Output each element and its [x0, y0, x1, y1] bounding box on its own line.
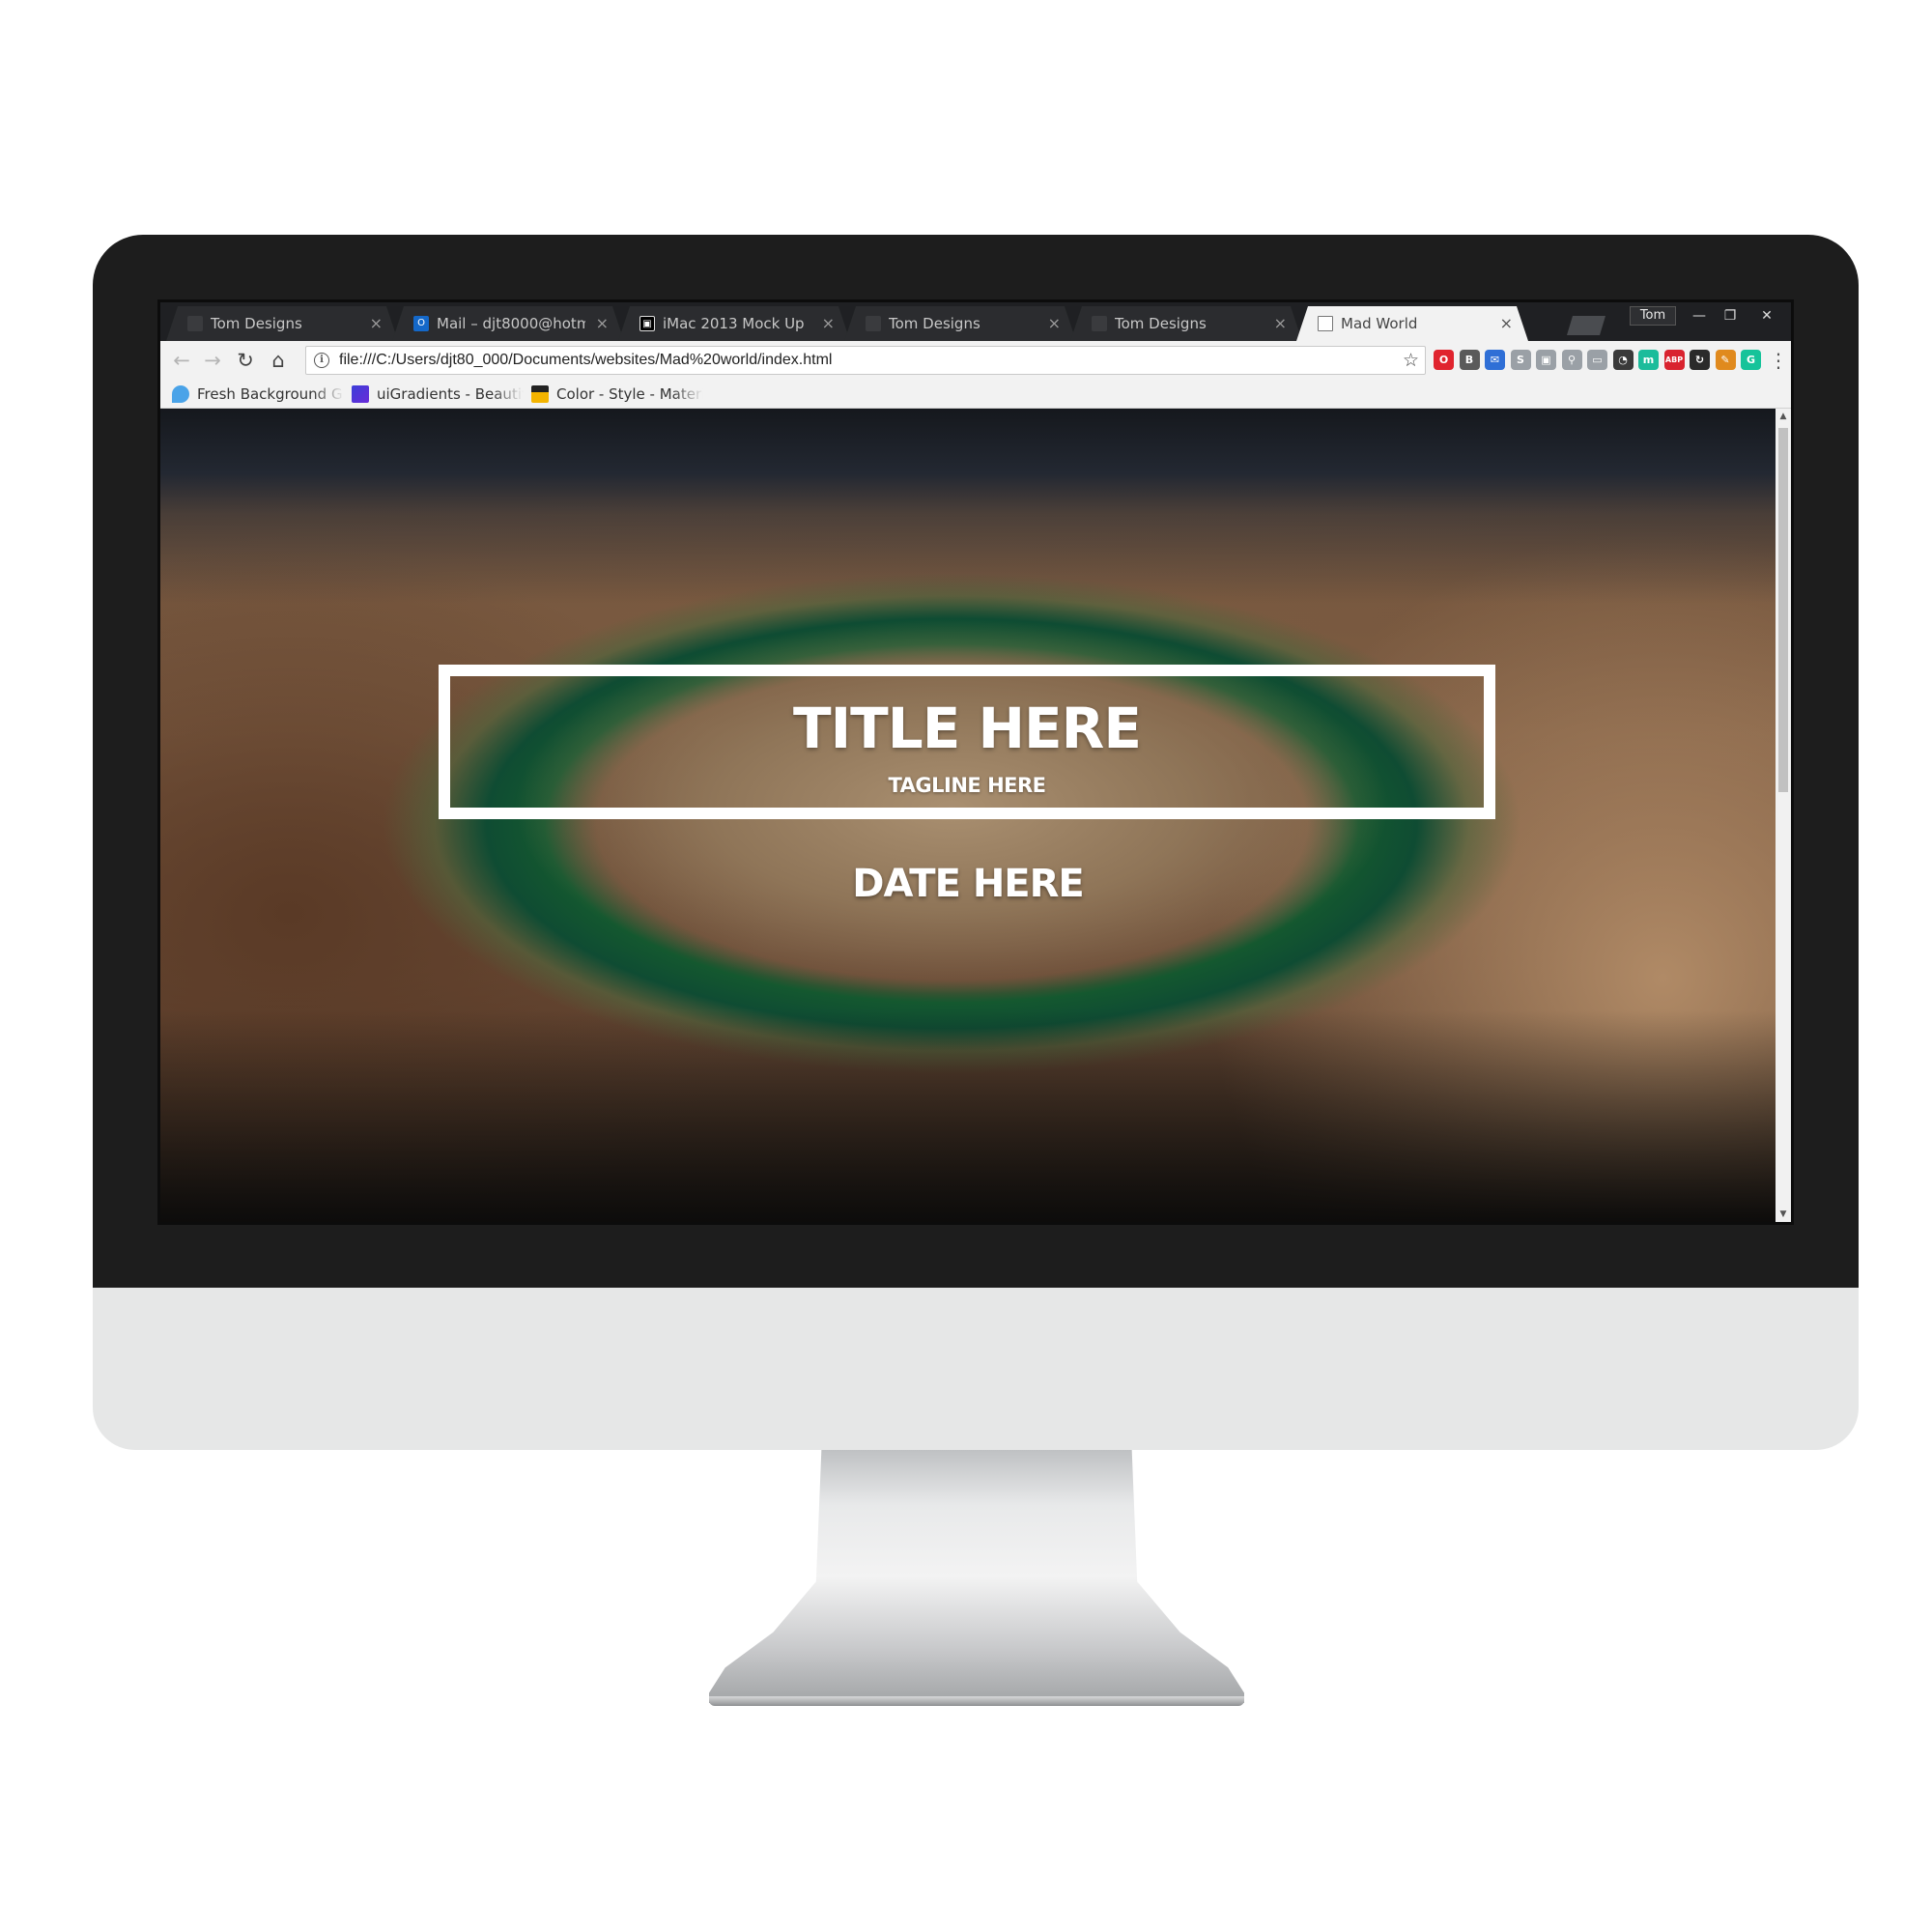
tab-tom-designs-2[interactable]: Tom Designs × [844, 306, 1076, 341]
bookmarks-bar: Fresh Background Gra uiGradients - Beaut… [160, 380, 1791, 409]
close-icon[interactable]: × [822, 306, 835, 341]
opera-icon[interactable]: O [1434, 350, 1454, 370]
blank-page-icon [866, 316, 881, 331]
bookmark-material-color[interactable]: Color - Style - Materia [531, 380, 703, 409]
m-extension-icon[interactable]: m [1638, 350, 1659, 370]
browser-menu-icon[interactable]: ⋮ [1769, 347, 1788, 374]
tab-imac-mockup[interactable]: ▣ iMac 2013 Mock Up × [618, 306, 850, 341]
hero-title-frame: TITLE HERE TAGLINE HERE [439, 665, 1495, 819]
hero-tagline: TAGLINE HERE [888, 774, 1046, 797]
tab-label: Tom Designs [211, 315, 302, 332]
tab-label: Mail – djt8000@hotmail. [437, 315, 577, 332]
monitor-stand-foot [709, 1696, 1244, 1706]
minimize-button[interactable]: — [1685, 306, 1714, 326]
mockup-icon: ▣ [639, 316, 655, 331]
screen-icon[interactable]: ▭ [1587, 350, 1607, 370]
info-icon[interactable]: i [314, 353, 329, 368]
b-extension-icon[interactable]: B [1459, 350, 1480, 370]
tab-tom-designs-3[interactable]: Tom Designs × [1070, 306, 1302, 341]
scroll-down-icon[interactable]: ▼ [1776, 1207, 1791, 1222]
eyedropper-icon[interactable]: ✎ [1715, 350, 1736, 370]
close-icon[interactable]: × [596, 306, 609, 341]
outlook-icon: O [413, 316, 429, 331]
blank-page-icon [187, 316, 203, 331]
tab-label: Tom Designs [889, 315, 980, 332]
scroll-thumb[interactable] [1778, 428, 1788, 792]
home-button[interactable]: ⌂ [265, 348, 292, 373]
monitor-screen: Tom Designs × O Mail – djt8000@hotmail. … [157, 299, 1794, 1225]
monitor-stand [709, 1450, 1244, 1703]
adblock-plus-icon[interactable]: ABP [1663, 350, 1685, 370]
new-tab-button[interactable] [1567, 316, 1605, 335]
bookmark-label: uiGradients - Beautifu [377, 385, 524, 403]
address-bar[interactable]: i file:///C:/Users/djt80_000/Documents/w… [305, 346, 1426, 375]
tab-strip: Tom Designs × O Mail – djt8000@hotmail. … [160, 302, 1791, 341]
hero-title: TITLE HERE [793, 696, 1142, 761]
close-icon[interactable]: × [1274, 306, 1287, 341]
skype-icon[interactable]: S [1510, 350, 1531, 370]
blank-page-icon [1092, 316, 1107, 331]
steam-icon[interactable]: ▣ [1536, 350, 1556, 370]
material-color-icon [531, 385, 549, 403]
reload-button[interactable]: ↻ [232, 348, 259, 373]
tab-mad-world[interactable]: Mad World × [1296, 306, 1528, 341]
close-icon[interactable]: × [1048, 306, 1061, 341]
forward-button[interactable]: → [199, 348, 226, 373]
tab-tom-designs-1[interactable]: Tom Designs × [166, 306, 398, 341]
hero-date: DATE HERE [852, 862, 1085, 906]
bookmark-label: Color - Style - Materia [556, 385, 703, 403]
grammarly-icon[interactable]: G [1741, 350, 1761, 370]
fresh-background-icon [172, 385, 189, 403]
document-icon [1318, 316, 1333, 331]
sync-icon[interactable]: ↻ [1690, 350, 1710, 370]
back-button[interactable]: ← [168, 348, 195, 373]
page-scrollbar[interactable]: ▲ ▼ [1776, 409, 1791, 1222]
bookmark-fresh-background[interactable]: Fresh Background Gra [172, 380, 344, 409]
close-icon[interactable]: × [370, 306, 383, 341]
speedometer-icon[interactable]: ◔ [1612, 350, 1634, 370]
tab-label: iMac 2013 Mock Up [663, 315, 805, 332]
scroll-up-icon[interactable]: ▲ [1776, 409, 1791, 424]
restore-button[interactable]: ❐ [1716, 306, 1745, 326]
browser-toolbar: ← → ↻ ⌂ i file:///C:/Users/djt80_000/Doc… [160, 341, 1791, 380]
magnifier-icon[interactable]: ⚲ [1561, 350, 1582, 370]
close-icon[interactable]: × [1500, 306, 1513, 341]
bookmark-uigradients[interactable]: uiGradients - Beautifu [352, 380, 524, 409]
mail-new-icon[interactable]: ✉ [1485, 350, 1505, 370]
page-hero-background: TITLE HERE TAGLINE HERE DATE HERE [160, 409, 1776, 1222]
tab-label: Tom Designs [1115, 315, 1207, 332]
tab-mail[interactable]: O Mail – djt8000@hotmail. × [392, 306, 624, 341]
tab-label: Mad World [1341, 315, 1418, 332]
profile-button[interactable]: Tom [1630, 306, 1676, 326]
uigradients-icon [352, 385, 369, 403]
monitor-chin [93, 1288, 1859, 1450]
close-window-button[interactable]: ✕ [1752, 306, 1781, 326]
bookmark-star-icon[interactable]: ☆ [1403, 347, 1419, 374]
bookmark-label: Fresh Background Gra [197, 385, 344, 403]
url-text[interactable]: file:///C:/Users/djt80_000/Documents/web… [339, 347, 832, 374]
